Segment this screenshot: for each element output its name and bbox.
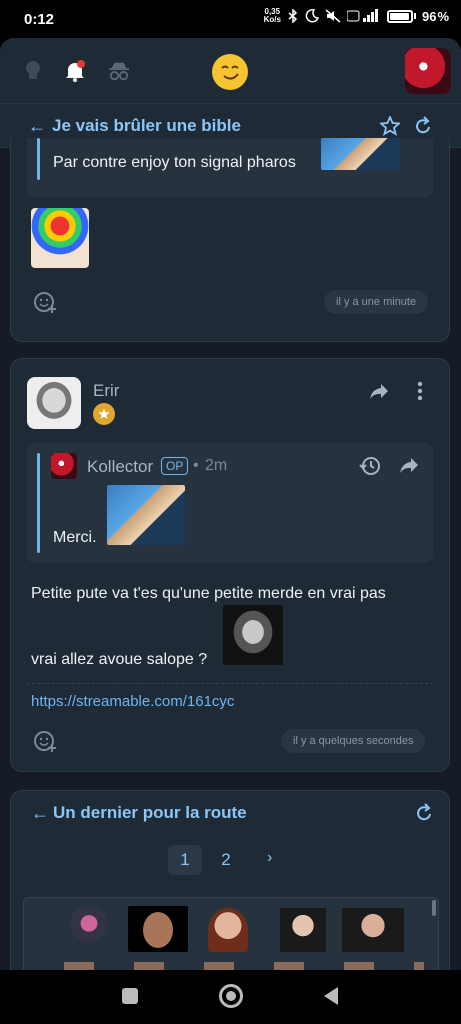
quote-block: Kollector OP • 2m Merci. bbox=[27, 443, 433, 563]
history-icon[interactable] bbox=[359, 455, 381, 477]
add-reaction-icon[interactable] bbox=[33, 290, 57, 314]
author-avatar[interactable] bbox=[27, 377, 81, 429]
battery-level: 96 bbox=[421, 8, 437, 24]
sticker-item[interactable] bbox=[208, 908, 248, 952]
bell-icon[interactable] bbox=[64, 60, 86, 82]
status-time: 0:12 bbox=[24, 11, 55, 28]
app: ← Je vais brûler une bible Par contre en… bbox=[0, 38, 461, 970]
op-badge: OP bbox=[161, 457, 189, 475]
refresh-icon[interactable] bbox=[414, 116, 432, 136]
share-icon[interactable] bbox=[399, 457, 419, 475]
sticker-image bbox=[223, 605, 283, 665]
system-nav-bar bbox=[0, 970, 461, 1024]
post-body-line1: Petite pute va t'es qu'une petite merde … bbox=[31, 585, 386, 602]
sticker-grid bbox=[23, 897, 439, 970]
post-time: il y a une minute bbox=[324, 290, 429, 314]
signal-icon bbox=[346, 9, 378, 22]
quote-time: 2m bbox=[205, 457, 228, 474]
mute-icon bbox=[325, 9, 341, 23]
rank-badge bbox=[93, 403, 115, 425]
quote-author[interactable]: Kollector bbox=[87, 457, 153, 477]
more-icon[interactable] bbox=[417, 381, 423, 401]
sticker-item[interactable] bbox=[60, 908, 118, 952]
battery-icon bbox=[386, 9, 413, 23]
back-arrow-icon[interactable]: ← bbox=[28, 116, 46, 137]
next-page-icon[interactable]: › bbox=[267, 849, 272, 867]
author-name[interactable]: Erir bbox=[93, 381, 119, 401]
smiley-logo[interactable] bbox=[212, 54, 248, 90]
sticker-panel: ← Un dernier pour la route 1 2 › bbox=[10, 790, 450, 970]
quote-block: Par contre enjoy ton signal pharos bbox=[27, 138, 433, 198]
netspeed: 0,35 Ko/s bbox=[263, 7, 281, 24]
post-time: il y a quelques secondes bbox=[281, 729, 426, 753]
star-icon[interactable] bbox=[380, 116, 400, 136]
sticker-item[interactable] bbox=[280, 908, 326, 952]
post-body-line2: vrai allez avoue salope ? bbox=[31, 651, 208, 668]
sticker-image bbox=[107, 485, 185, 545]
sticker-item[interactable] bbox=[128, 906, 188, 952]
post-card: Par contre enjoy ton signal pharos il y … bbox=[10, 138, 450, 342]
star-icon bbox=[98, 408, 110, 419]
user-avatar[interactable] bbox=[405, 48, 451, 94]
sticker-image bbox=[321, 138, 399, 170]
quote-text: Par contre enjoy ton signal pharos bbox=[53, 154, 296, 171]
quote-author-avatar[interactable] bbox=[51, 453, 77, 479]
sticker-item[interactable] bbox=[342, 908, 404, 952]
refresh-icon[interactable] bbox=[415, 803, 433, 823]
topic-title[interactable]: Je vais brûler une bible bbox=[52, 116, 241, 136]
share-icon[interactable] bbox=[369, 383, 389, 401]
incognito-icon[interactable] bbox=[108, 60, 130, 82]
quote-text: Merci. bbox=[53, 529, 97, 546]
recent-apps-button[interactable] bbox=[122, 988, 138, 1004]
clown-sticker bbox=[31, 208, 89, 268]
home-button[interactable] bbox=[219, 984, 243, 1008]
post-card: Erir Kollector OP • 2m Merci. Petite put… bbox=[10, 358, 450, 772]
lightbulb-icon[interactable] bbox=[22, 60, 44, 82]
post-link[interactable]: https://streamable.com/161cyc bbox=[31, 693, 234, 710]
bluetooth-icon bbox=[288, 9, 298, 23]
status-bar: 0:12 0,35 Ko/s 96% bbox=[0, 0, 461, 38]
moon-icon bbox=[305, 9, 319, 23]
page-1-button[interactable]: 1 bbox=[168, 845, 202, 875]
panel-title[interactable]: Un dernier pour la route bbox=[53, 803, 247, 823]
top-toolbar bbox=[0, 38, 461, 104]
back-button[interactable] bbox=[322, 986, 340, 1006]
page-2-button[interactable]: 2 bbox=[209, 845, 243, 875]
add-reaction-icon[interactable] bbox=[33, 729, 57, 753]
panel-back-icon[interactable]: ← bbox=[31, 803, 49, 824]
